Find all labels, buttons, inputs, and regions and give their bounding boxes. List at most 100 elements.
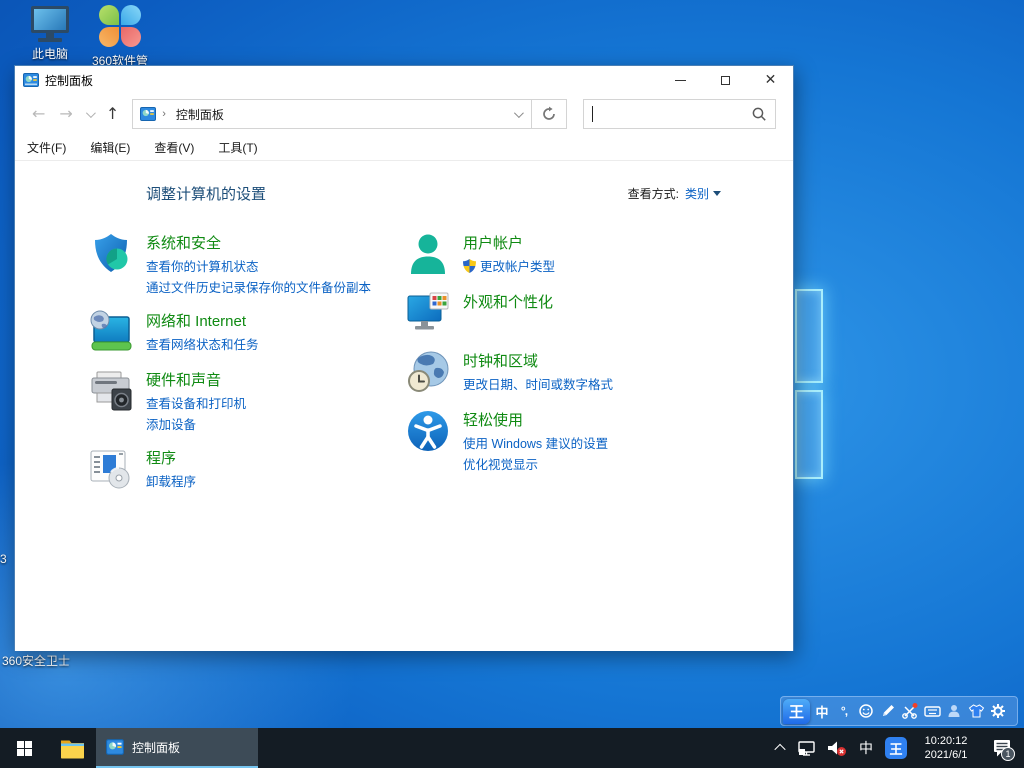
- control-panel-icon: [106, 738, 124, 756]
- ime-punctuation-toggle[interactable]: °,: [834, 699, 854, 723]
- category-network-internet: 网络和 Internet 查看网络状态和任务: [89, 310, 406, 358]
- shield-security-icon[interactable]: [89, 232, 133, 276]
- up-button[interactable]: ↑: [99, 106, 126, 122]
- category-hardware-sound: 硬件和声音 查看设备和打印机 添加设备: [89, 369, 406, 436]
- desktop-icon-this-pc[interactable]: 此电脑: [18, 6, 82, 62]
- category-title[interactable]: 系统和安全: [146, 234, 371, 254]
- menu-bar: 文件(F) 编辑(E) 查看(V) 工具(T): [15, 134, 793, 161]
- category-ease-of-access: 轻松使用 使用 Windows 建议的设置 优化视觉显示: [406, 409, 793, 476]
- gear-icon[interactable]: [988, 699, 1008, 723]
- window-titlebar[interactable]: 控制面板 ✕: [15, 66, 793, 94]
- category-link[interactable]: 添加设备: [146, 415, 246, 436]
- category-title[interactable]: 轻松使用: [463, 411, 608, 431]
- pinwheel-icon: [97, 3, 143, 49]
- category-title[interactable]: 外观和个性化: [463, 293, 553, 313]
- programs-cd-icon[interactable]: [89, 447, 133, 491]
- this-pc-icon: [18, 6, 82, 42]
- menu-edit[interactable]: 编辑(E): [90, 139, 130, 156]
- view-by-value[interactable]: 类别: [685, 185, 709, 202]
- menu-file[interactable]: 文件(F): [27, 139, 66, 156]
- volume-tray-button[interactable]: [822, 728, 852, 768]
- address-bar[interactable]: › 控制面板: [132, 99, 532, 129]
- pencil-icon[interactable]: [878, 699, 898, 723]
- notification-count-badge: 1: [1001, 747, 1015, 761]
- clipped-desktop-label: 3: [0, 552, 12, 566]
- categories-left-column: 系统和安全 查看你的计算机状态 通过文件历史记录保存你的文件备份副本: [89, 232, 406, 506]
- system-tray: 中 王 10:20:12 2021/6/1 1: [768, 728, 1024, 768]
- minimize-button[interactable]: [658, 66, 703, 94]
- maximize-button[interactable]: [703, 66, 748, 94]
- scissors-icon[interactable]: [900, 699, 920, 723]
- category-user-accounts: 用户帐户 更改帐户类型: [406, 232, 793, 280]
- network-internet-icon[interactable]: [89, 310, 133, 354]
- maximize-icon: [721, 76, 730, 85]
- recent-pages-chevron-icon[interactable]: [86, 108, 96, 118]
- file-explorer-icon: [60, 738, 85, 759]
- back-button[interactable]: ←: [25, 106, 52, 122]
- desktop-icon-label-360-safety[interactable]: 360安全卫士: [2, 652, 70, 669]
- wang-logo-icon: 王: [885, 737, 907, 759]
- taskbar: 控制面板 中 王 10:20:12 2021/6/1: [0, 728, 1024, 768]
- ime-language-toggle[interactable]: 中: [812, 699, 832, 723]
- shirt-icon[interactable]: [966, 699, 986, 723]
- person-icon[interactable]: [944, 699, 964, 723]
- window-title: 控制面板: [45, 72, 93, 89]
- keyboard-icon[interactable]: [922, 699, 942, 723]
- user-accounts-icon[interactable]: [406, 232, 450, 276]
- dropdown-triangle-icon[interactable]: [713, 191, 721, 196]
- file-explorer-button[interactable]: [48, 728, 96, 768]
- category-link[interactable]: 优化视觉显示: [463, 455, 608, 476]
- wang-ime-tray-button[interactable]: 王: [880, 728, 912, 768]
- category-link[interactable]: 查看你的计算机状态: [146, 257, 371, 278]
- category-link[interactable]: 通过文件历史记录保存你的文件备份副本: [146, 278, 371, 299]
- menu-tools[interactable]: 工具(T): [218, 139, 257, 156]
- clock-region-icon[interactable]: [406, 350, 450, 394]
- ime-logo-icon[interactable]: 王: [783, 699, 810, 724]
- emoji-icon[interactable]: [856, 699, 876, 723]
- category-link[interactable]: 更改日期、时间或数字格式: [463, 375, 613, 396]
- search-icon: [751, 106, 767, 122]
- show-hidden-icons-button[interactable]: [768, 728, 792, 768]
- printer-sound-icon[interactable]: [89, 369, 133, 413]
- tray-time: 10:20:12: [925, 734, 968, 748]
- search-input[interactable]: [583, 99, 776, 129]
- address-dropdown-button[interactable]: [503, 100, 531, 128]
- category-link[interactable]: 使用 Windows 建议的设置: [463, 434, 608, 455]
- windows-logo-pane-top: [795, 289, 823, 383]
- action-center-button[interactable]: 1: [980, 728, 1024, 768]
- control-panel-icon: [140, 106, 156, 122]
- category-link[interactable]: 卸载程序: [146, 472, 196, 493]
- ime-language-indicator[interactable]: 中: [852, 728, 880, 768]
- category-title[interactable]: 硬件和声音: [146, 371, 246, 391]
- category-link[interactable]: 更改帐户类型: [463, 257, 555, 278]
- network-tray-button[interactable]: [792, 728, 822, 768]
- windows-logo-pane-bottom: [795, 390, 823, 479]
- tray-date: 2021/6/1: [925, 748, 968, 762]
- category-title[interactable]: 网络和 Internet: [146, 312, 259, 332]
- control-panel-icon: [23, 72, 39, 88]
- close-icon: ✕: [765, 73, 777, 87]
- category-link[interactable]: 查看设备和打印机: [146, 394, 246, 415]
- category-title[interactable]: 用户帐户: [463, 234, 555, 254]
- control-panel-window: 控制面板 ✕ ← → ↑ › 控制面板: [14, 65, 794, 651]
- refresh-button[interactable]: [532, 99, 567, 129]
- chevron-up-icon: [774, 744, 785, 755]
- category-system-security: 系统和安全 查看你的计算机状态 通过文件历史记录保存你的文件备份副本: [89, 232, 406, 299]
- uac-shield-icon: [463, 259, 476, 273]
- forward-button[interactable]: →: [52, 106, 79, 122]
- taskbar-clock[interactable]: 10:20:12 2021/6/1: [912, 728, 980, 768]
- menu-view[interactable]: 查看(V): [154, 139, 194, 156]
- category-title[interactable]: 程序: [146, 449, 196, 469]
- desktop-icon-label: 此电脑: [18, 45, 82, 62]
- appearance-personalization-icon[interactable]: [406, 291, 450, 335]
- start-button[interactable]: [0, 728, 48, 768]
- ease-of-access-icon[interactable]: [406, 409, 450, 453]
- taskbar-task-control-panel[interactable]: 控制面板: [96, 728, 258, 768]
- category-title[interactable]: 时钟和区域: [463, 352, 613, 372]
- windows-start-icon: [17, 741, 32, 756]
- minimize-icon: [675, 80, 686, 81]
- breadcrumb[interactable]: 控制面板: [176, 106, 224, 123]
- control-panel-content: 调整计算机的设置 查看方式: 类别: [15, 161, 793, 651]
- category-link[interactable]: 查看网络状态和任务: [146, 335, 259, 356]
- close-button[interactable]: ✕: [748, 66, 793, 94]
